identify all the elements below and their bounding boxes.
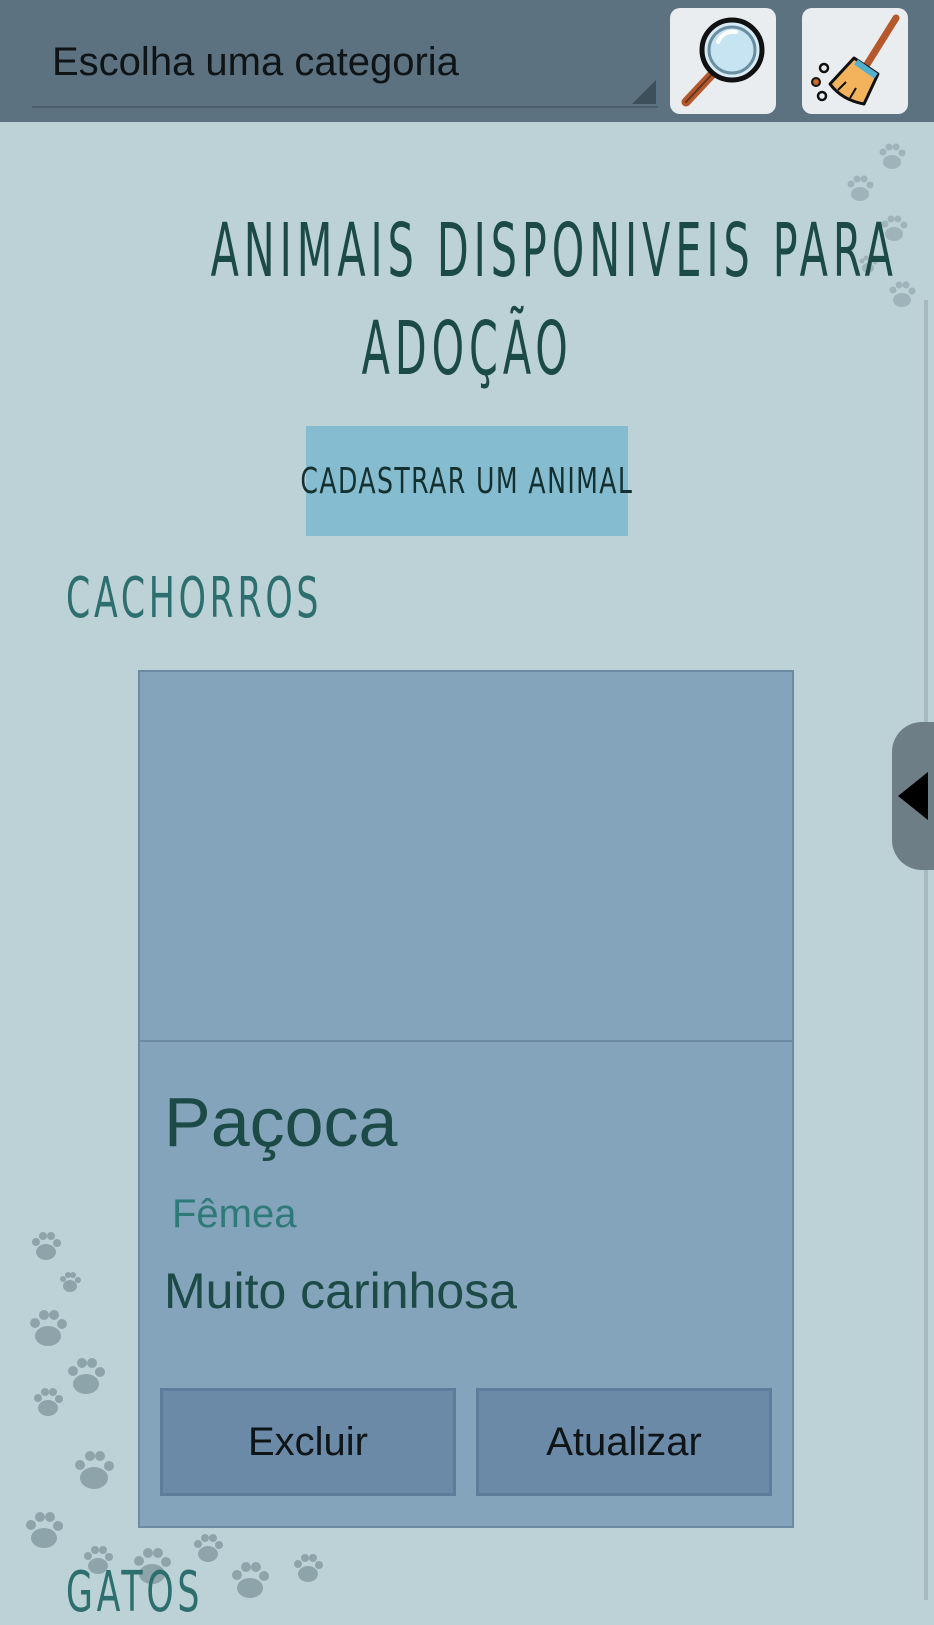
animal-photo bbox=[140, 672, 792, 1042]
category-select[interactable]: Escolha uma categoria bbox=[32, 18, 658, 108]
animal-card: Paçoca Fêmea Muito carinhosa Excluir Atu… bbox=[138, 670, 794, 1528]
animal-sex: Fêmea bbox=[172, 1192, 297, 1236]
search-button[interactable] bbox=[670, 8, 776, 114]
section-title-dogs: CACHORROS bbox=[66, 566, 323, 631]
animal-name: Paçoca bbox=[164, 1083, 398, 1161]
broom-icon bbox=[811, 14, 900, 106]
scrollbar-track[interactable] bbox=[924, 300, 928, 1600]
chevron-left-icon bbox=[898, 772, 928, 820]
register-animal-button[interactable]: CADASTRAR UM ANIMAL bbox=[301, 426, 632, 536]
update-button[interactable]: Atualizar bbox=[476, 1388, 772, 1496]
dropdown-arrow-icon bbox=[632, 80, 656, 104]
magnifier-icon bbox=[681, 17, 765, 107]
delete-button[interactable]: Excluir bbox=[160, 1388, 456, 1496]
section-title-cats: GATOS bbox=[66, 1560, 204, 1625]
page-title: ANIMAIS DISPONIVEIS PARA ADOÇÃO bbox=[0, 208, 934, 408]
category-select-label: Escolha uma categoria bbox=[52, 40, 459, 84]
top-bar: Escolha uma categoria bbox=[0, 0, 934, 122]
page-title-line-2: ADOÇÃO bbox=[361, 306, 573, 392]
clear-button[interactable] bbox=[802, 8, 908, 114]
page-title-line-1: ANIMAIS DISPONIVEIS PARA bbox=[210, 208, 898, 294]
side-panel-handle[interactable] bbox=[892, 722, 934, 870]
animal-description: Muito carinhosa bbox=[164, 1263, 517, 1319]
register-animal-label: CADASTRAR UM ANIMAL bbox=[300, 460, 634, 502]
